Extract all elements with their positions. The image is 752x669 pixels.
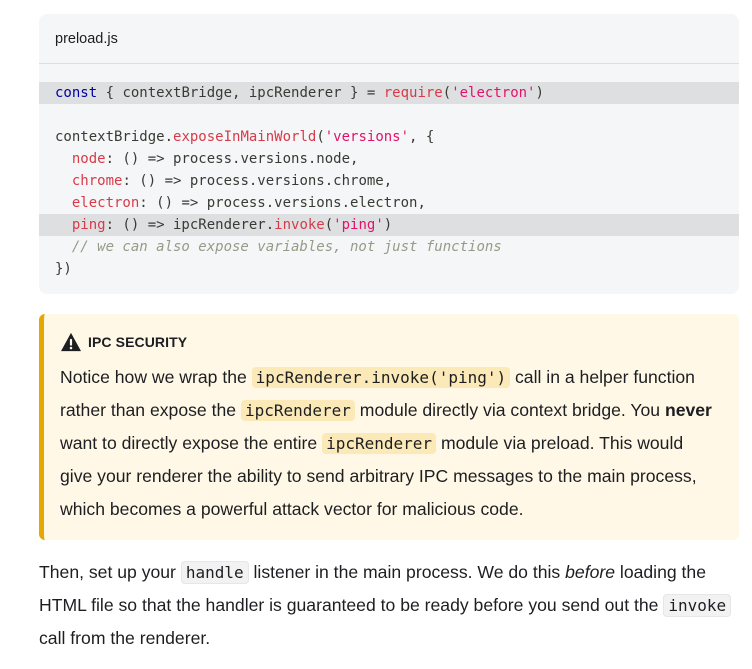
inline-code: ipcRenderer (322, 433, 437, 454)
admonition-title: IPC SECURITY (88, 334, 188, 350)
code-block-filename: preload.js (39, 14, 739, 64)
code-line-6: electron: () => process.versions.electro… (71, 195, 426, 211)
inline-code: invoke (663, 594, 732, 617)
code-line-9: }) (55, 261, 72, 277)
code-line-8: // we can also expose variables, not jus… (71, 239, 502, 255)
warning-icon (61, 332, 81, 352)
code-line-3: contextBridge.exposeInMainWorld('version… (55, 129, 435, 145)
inline-code: handle (180, 561, 249, 584)
code-block: preload.js const { contextBridge, ipcRen… (39, 14, 739, 294)
code-line-5: chrome: () => process.versions.chrome, (71, 173, 393, 189)
body-paragraph: Then, set up your handle listener in the… (39, 556, 744, 655)
emphasis-never: never (664, 400, 712, 420)
inline-code: ipcRenderer.invoke('ping') (251, 367, 511, 388)
admonition-body: Notice how we wrap the ipcRenderer.invok… (60, 367, 712, 519)
code-body[interactable]: const { contextBridge, ipcRenderer } = r… (39, 82, 739, 280)
code-line-1: const { contextBridge, ipcRenderer } = r… (39, 82, 739, 104)
code-line-4: node: () => process.versions.node, (71, 151, 359, 167)
inline-code: ipcRenderer (240, 400, 355, 421)
emphasis-before: before (565, 562, 616, 582)
admonition-warning: IPC SECURITY Notice how we wrap the ipcR… (39, 314, 739, 540)
code-line-7: ping: () => ipcRenderer.invoke('ping') (39, 214, 739, 236)
admonition-header: IPC SECURITY (60, 332, 719, 352)
